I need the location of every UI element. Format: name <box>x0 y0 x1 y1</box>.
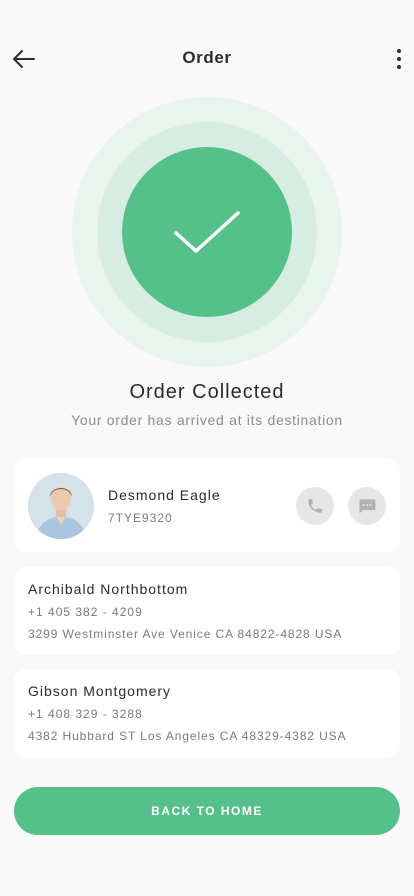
contact-address: 3299 Westminster Ave Venice CA 84822-482… <box>28 627 343 641</box>
more-options-button[interactable] <box>392 45 406 73</box>
avatar <box>28 473 94 539</box>
more-vertical-icon <box>397 49 401 53</box>
address-card-sender: Archibald Northbottom +1 405 382 - 4209 … <box>14 567 400 655</box>
check-icon <box>174 211 240 253</box>
status-title: Order Collected <box>129 381 285 403</box>
contact-name: Gibson Montgomery <box>28 683 172 699</box>
message-icon <box>359 499 376 514</box>
contact-address: 4382 Hubbard ST Los Angeles CA 48329-438… <box>28 729 347 743</box>
contact-phone: +1 408 329 - 3288 <box>28 707 143 721</box>
contact-phone: +1 405 382 - 4209 <box>28 605 143 619</box>
phone-icon <box>308 499 322 513</box>
contact-name: Archibald Northbottom <box>28 581 189 597</box>
status-subtitle: Your order has arrived at its destinatio… <box>71 412 343 428</box>
driver-card: Desmond Eagle 7TYE9320 <box>14 459 400 552</box>
call-button[interactable] <box>296 487 334 525</box>
success-badge <box>122 147 292 317</box>
page-title: Order <box>182 48 232 67</box>
message-button[interactable] <box>348 487 386 525</box>
driver-code: 7TYE9320 <box>108 511 173 525</box>
back-to-home-button[interactable]: BACK TO HOME <box>14 787 400 835</box>
driver-name: Desmond Eagle <box>108 487 221 503</box>
address-card-recipient: Gibson Montgomery +1 408 329 - 3288 4382… <box>14 669 400 757</box>
